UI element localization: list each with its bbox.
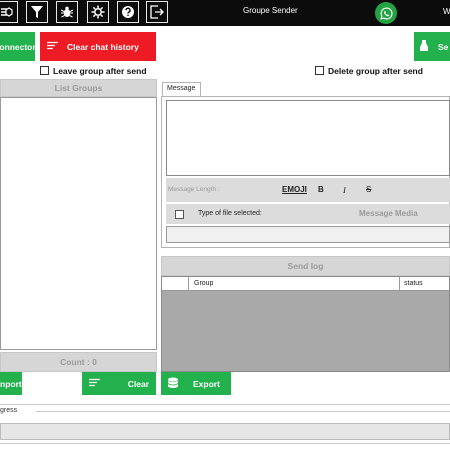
export-button[interactable]: Export [161, 372, 231, 395]
groups-list[interactable] [0, 97, 157, 350]
file-type-checkbox[interactable] [175, 210, 184, 219]
send-log-title: Send log [287, 261, 324, 271]
delete-group-label: Delete group after send [328, 66, 423, 76]
layers-icon[interactable] [0, 1, 18, 23]
bug-icon[interactable] [56, 1, 78, 23]
progress-bar [0, 423, 450, 440]
emoji-button[interactable]: EMOJI [282, 185, 307, 194]
connector-button[interactable]: onnector [0, 32, 36, 61]
message-length-label: Message Length : [168, 186, 220, 193]
leave-group-checkbox[interactable] [40, 66, 49, 75]
list-groups-title: List Groups [54, 83, 103, 93]
connector-label: onnector [0, 41, 36, 52]
clear-icon [89, 378, 100, 389]
file-type-label: Type of file selected: [198, 210, 262, 217]
progress-group: gress [0, 404, 450, 444]
send-button[interactable]: Se [414, 32, 450, 61]
list-groups-header: List Groups [0, 79, 157, 97]
tab-message[interactable]: Message [162, 82, 201, 96]
message-media-label: Message Media [359, 209, 418, 218]
import-label: nport [0, 378, 22, 389]
format-toolbar: Message Length : EMOJI B I S [166, 178, 450, 202]
leave-group-label: Leave group after send [53, 66, 147, 76]
help-icon[interactable] [117, 1, 139, 23]
progress-group-line [36, 411, 450, 412]
broom-icon [47, 41, 58, 52]
clear-chat-history-button[interactable]: Clear chat history [40, 32, 156, 61]
italic-button[interactable]: I [343, 185, 346, 195]
column-status[interactable]: status [404, 280, 423, 287]
media-bar: Type of file selected: Message Media [166, 204, 450, 224]
exit-icon[interactable] [146, 1, 168, 23]
top-toolbar: Groupe Sender W [0, 0, 450, 26]
media-path-field[interactable] [166, 226, 450, 243]
column-divider [399, 277, 400, 291]
send-icon [420, 40, 428, 53]
send-log-grid[interactable]: Group status [161, 276, 450, 372]
send-label: Se [438, 41, 449, 52]
message-textarea[interactable] [166, 100, 450, 176]
gear-icon[interactable] [87, 1, 109, 23]
delete-group-checkbox[interactable] [315, 66, 324, 75]
strike-button[interactable]: S [366, 185, 371, 194]
row-header-cell [162, 277, 189, 291]
filter-icon[interactable] [26, 1, 48, 23]
bold-button[interactable]: B [318, 185, 324, 194]
count-bar: Count : 0 [0, 352, 157, 372]
send-log-header: Send log [161, 256, 450, 276]
app-title: Groupe Sender [243, 6, 298, 15]
clear-groups-label: Clear [127, 378, 149, 389]
window-label: W [443, 7, 450, 16]
column-group[interactable]: Group [194, 280, 213, 287]
export-label: Export [193, 378, 220, 389]
grid-header: Group status [162, 277, 449, 291]
database-icon [167, 377, 179, 391]
whatsapp-icon [375, 2, 397, 24]
count-label: Count : 0 [60, 357, 97, 367]
clear-groups-button[interactable]: Clear [82, 372, 156, 395]
import-button[interactable]: nport [0, 372, 22, 395]
clear-chat-history-label: Clear chat history [67, 41, 139, 52]
tab-message-label: Message [167, 85, 196, 92]
progress-label: gress [0, 407, 18, 414]
